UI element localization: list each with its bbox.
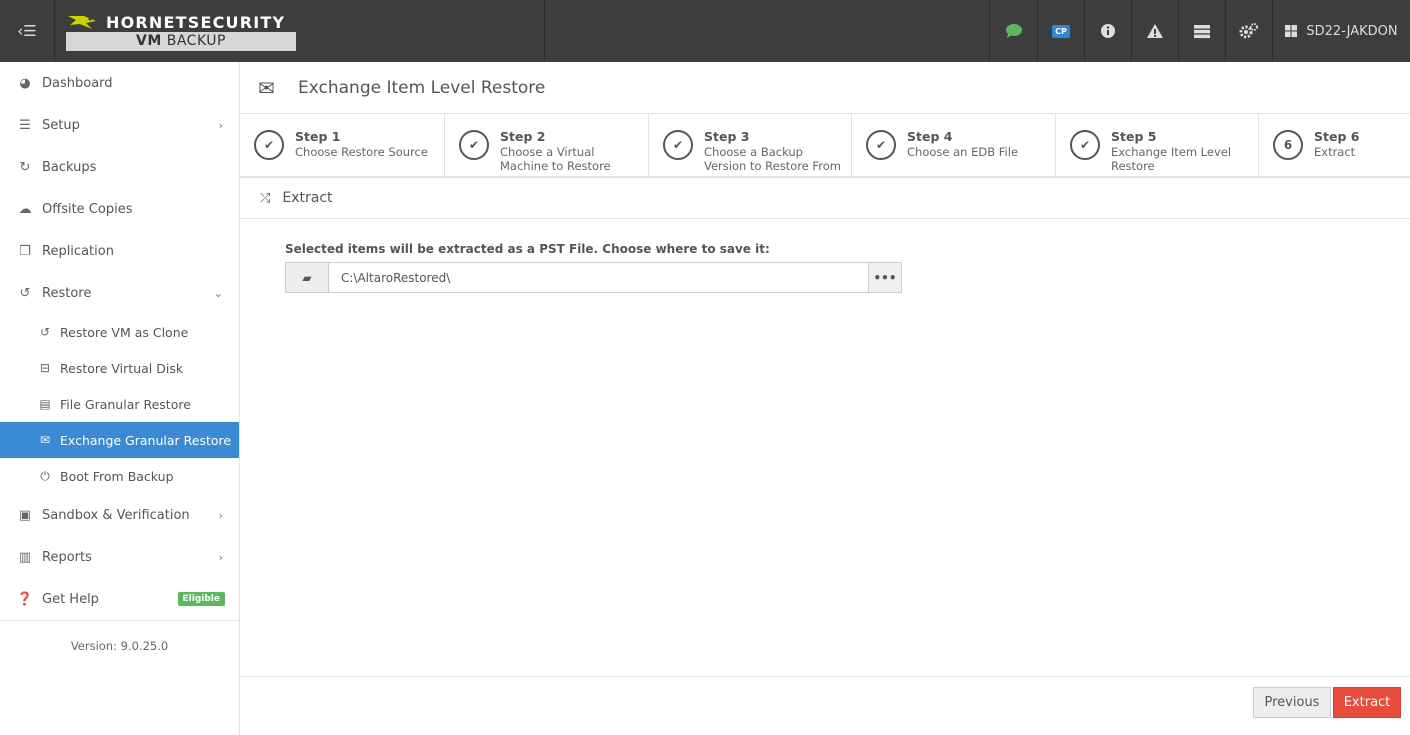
sidebar-item-dashboard[interactable]: ◕ Dashboard [0, 62, 239, 104]
question-icon: ❓ [16, 591, 34, 607]
shuffle-icon: ⤮ [260, 190, 271, 206]
extract-form: Selected items will be extracted as a PS… [285, 242, 902, 293]
bar-chart-icon: ▥ [18, 549, 32, 565]
step-1[interactable]: ✔ Step 1 Choose Restore Source [240, 114, 445, 176]
chevron-right-icon: › [218, 118, 223, 132]
sidebar-item-file-granular-restore[interactable]: ▤ File Granular Restore [0, 386, 239, 422]
logo: HORNETSECURITY VM BACKUP [66, 12, 296, 51]
power-icon: ⏻ [40, 468, 50, 483]
folder-open-icon: ▰ [302, 270, 312, 285]
section-title: Extract [282, 190, 333, 206]
windows-icon [1285, 25, 1298, 37]
sidebar-item-boot-from-backup[interactable]: ⏻ Boot From Backup [0, 458, 239, 494]
page-title: Exchange Item Level Restore [298, 77, 546, 98]
step-2[interactable]: ✔ Step 2 Choose a Virtual Machine to Rest… [445, 114, 649, 176]
cloud-upload-icon: ☁ [18, 201, 32, 217]
warning-button[interactable] [1131, 0, 1178, 62]
extract-prompt: Selected items will be extracted as a PS… [285, 242, 770, 256]
sidebar-item-exchange-granular-restore[interactable]: ✉ Exchange Granular Restore [0, 422, 239, 458]
envelope-icon: ✉ [258, 75, 275, 100]
brand-name: HORNETSECURITY [106, 12, 286, 32]
sidebar-item-restore[interactable]: ↺ Restore ⌄ [0, 272, 239, 314]
server-icon [1194, 24, 1210, 38]
file-icon: ▤ [39, 397, 51, 411]
page-header: ✉ Exchange Item Level Restore [240, 62, 1410, 114]
archive-icon: ▣ [18, 507, 32, 523]
ellipsis-icon: ••• [873, 270, 897, 285]
step-3[interactable]: ✔ Step 3 Choose a Backup Version to Resto… [649, 114, 852, 176]
info-icon [1101, 24, 1115, 38]
copy-icon: ❐ [19, 243, 31, 259]
check-icon: ✔ [1070, 130, 1100, 160]
sidebar-item-replication[interactable]: ❐ Replication [0, 230, 239, 272]
sidebar-item-sandbox-verification[interactable]: ▣ Sandbox & Verification › [0, 494, 239, 536]
warning-icon [1147, 24, 1163, 38]
user-name: SD22-JAKDON [1306, 23, 1398, 39]
extract-button[interactable]: Extract [1333, 687, 1401, 718]
server-button[interactable] [1178, 0, 1225, 62]
sidebar: ◕ Dashboard ☰ Setup › ↻ Backups ☁ Offsit… [0, 62, 240, 735]
cp-button[interactable]: CP [1037, 0, 1084, 62]
sidebar-item-restore-vm-clone[interactable]: ↺ Restore VM as Clone [0, 314, 239, 350]
browse-button[interactable]: ••• [868, 263, 901, 292]
sidebar-item-reports[interactable]: ▥ Reports › [0, 536, 239, 578]
undo-icon: ↺ [19, 285, 31, 301]
check-icon: ✔ [459, 130, 489, 160]
version-label: Version: 9.0.25.0 [70, 639, 169, 653]
chat-icon [1005, 24, 1022, 38]
settings-icon [1239, 23, 1258, 39]
step-5[interactable]: ✔ Step 5 Exchange Item Level Restore [1056, 114, 1259, 176]
eligible-badge: Eligible [177, 592, 225, 606]
chevron-right-icon: › [218, 550, 223, 564]
sidebar-item-backups[interactable]: ↻ Backups [0, 146, 239, 188]
folder-open-button[interactable]: ▰ [286, 263, 329, 292]
chevron-right-icon: › [218, 508, 223, 522]
top-bar: ‹☰ HORNETSECURITY VM BACKUP CP SD22-JAKD… [0, 0, 1410, 62]
check-icon: ✔ [663, 130, 693, 160]
cp-icon: CP [1052, 24, 1070, 38]
chevron-down-icon: ⌄ [213, 286, 223, 300]
main-content: ✉ Exchange Item Level Restore ✔ Step 1 Ch… [240, 62, 1410, 735]
product-name: VM BACKUP [66, 32, 296, 51]
sidebar-item-setup[interactable]: ☰ Setup › [0, 104, 239, 146]
sidebar-item-offsite-copies[interactable]: ☁ Offsite Copies [0, 188, 239, 230]
previous-button[interactable]: Previous [1253, 687, 1331, 718]
dashboard-icon: ◕ [19, 75, 31, 91]
sidebar-item-restore-virtual-disk[interactable]: ⊟ Restore Virtual Disk [0, 350, 239, 386]
chat-button[interactable] [989, 0, 1037, 62]
step-number-icon: 6 [1273, 130, 1303, 160]
sidebar-item-get-help[interactable]: ❓ Get Help Eligible [0, 578, 239, 620]
settings-button[interactable] [1225, 0, 1272, 62]
user-menu[interactable]: SD22-JAKDON [1272, 0, 1410, 62]
hornet-logo-icon [68, 16, 96, 29]
menu-toggle-button[interactable]: ‹☰ [0, 0, 55, 62]
envelope-icon: ✉ [39, 433, 51, 447]
collapse-menu-icon: ‹☰ [17, 22, 37, 40]
path-input-group: ▰ ••• [285, 262, 902, 293]
sliders-icon: ☰ [19, 117, 31, 133]
check-icon: ✔ [866, 130, 896, 160]
check-icon: ✔ [254, 130, 284, 160]
undo-icon: ↺ [39, 325, 51, 339]
info-button[interactable] [1084, 0, 1131, 62]
wizard-steps: ✔ Step 1 Choose Restore Source ✔ Step 2 Ch… [240, 114, 1410, 178]
footer-bar: Previous Extract [240, 676, 1410, 735]
step-6[interactable]: 6 Step 6 Extract [1259, 114, 1410, 176]
save-path-input[interactable] [329, 263, 868, 292]
section-header: ⤮ Extract [240, 178, 1410, 219]
step-4[interactable]: ✔ Step 4 Choose an EDB File [852, 114, 1056, 176]
hdd-icon: ⊟ [39, 361, 51, 375]
refresh-icon: ↻ [19, 159, 31, 175]
